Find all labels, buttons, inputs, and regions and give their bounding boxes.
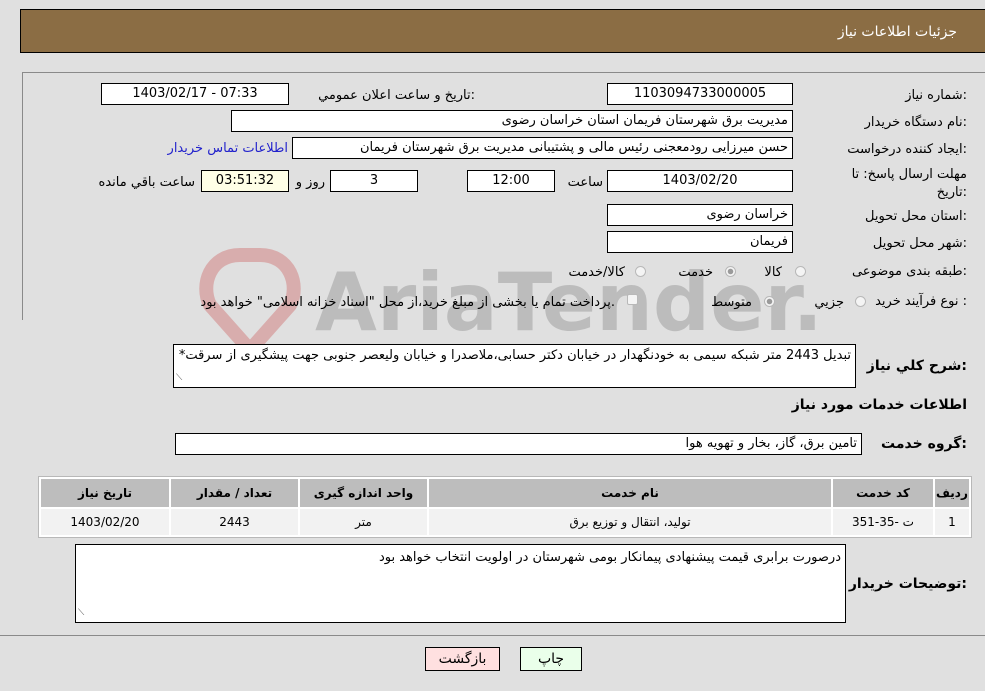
- category-radio-goods-service[interactable]: [635, 266, 646, 277]
- category-radio-service[interactable]: [725, 266, 736, 277]
- deadline-label: مهلت ارسال پاسخ: تا تاریخ:: [851, 167, 967, 200]
- purchase-process-label: نوع فرآیند خرید :: [875, 294, 967, 309]
- cell-row-number: 1: [935, 509, 969, 535]
- category-option-goods-service-label: کالا/خدمت: [568, 265, 625, 280]
- requester-field: حسن میرزایی رودمعجنی رئیس مالی و پشتیبان…: [292, 137, 793, 159]
- time-remaining-label: ساعت باقي مانده: [98, 175, 195, 190]
- requester-label: ایجاد کننده درخواست:: [847, 142, 967, 157]
- resize-handle-icon[interactable]: ⟋: [176, 369, 182, 387]
- delivery-city-label: شهر محل تحویل:: [872, 236, 967, 251]
- services-table-wrapper: ردیف کد خدمت نام خدمت واحد اندازه گیری ت…: [38, 476, 972, 538]
- table-row: 1 ت -35-351 تولید، انتقال و توزیع برق مت…: [41, 509, 969, 535]
- col-header-need-date: تاریخ نیاز: [41, 479, 169, 507]
- cell-service-code: ت -35-351: [833, 509, 933, 535]
- days-label: روز و: [295, 175, 325, 190]
- cell-need-date: 1403/02/20: [41, 509, 169, 535]
- process-option-medium-label: متوسط: [711, 295, 752, 310]
- process-radio-minor[interactable]: [855, 296, 866, 307]
- buyer-org-label: نام دستگاه خریدار:: [864, 115, 967, 130]
- page-title: جزئیات اطلاعات نیاز: [837, 24, 957, 40]
- back-button[interactable]: بازگشت: [425, 647, 500, 671]
- col-header-row-number: ردیف: [935, 479, 969, 507]
- time-remaining-field: 03:51:32: [201, 170, 289, 192]
- service-group-field: تامین برق، گاز، بخار و تهویه هوا: [175, 433, 862, 455]
- col-header-unit: واحد اندازه گیری: [300, 479, 427, 507]
- description-textarea[interactable]: تبدیل 2443 متر شبکه سیمی به خودنگهدار در…: [173, 344, 856, 388]
- buyer-notes-textarea[interactable]: درصورت برابری قیمت پیشنهادی پیمانکار بوم…: [75, 544, 846, 623]
- col-header-service-name: نام خدمت: [429, 479, 831, 507]
- announce-datetime-field: 1403/02/17 - 07:33: [101, 83, 289, 105]
- deadline-date-field: 1403/02/20: [607, 170, 793, 192]
- service-group-label: گروه خدمت:: [881, 436, 967, 452]
- cell-quantity: 2443: [171, 509, 298, 535]
- services-table: ردیف کد خدمت نام خدمت واحد اندازه گیری ت…: [38, 476, 972, 538]
- footer-divider: [0, 635, 985, 636]
- cell-service-name: تولید، انتقال و توزیع برق: [429, 509, 831, 535]
- need-number-field: 1103094733000005: [607, 83, 793, 105]
- deadline-time-field: 12:00: [467, 170, 555, 192]
- category-option-goods-label: کالا: [764, 265, 782, 280]
- days-remaining-field: 3: [330, 170, 418, 192]
- buyer-notes-text: درصورت برابری قیمت پیشنهادی پیمانکار بوم…: [378, 550, 841, 565]
- treasury-note: پرداخت تمام یا بخشی از مبلغ خرید،از محل …: [200, 295, 615, 310]
- buyer-contact-link[interactable]: اطلاعات تماس خریدار: [168, 141, 288, 156]
- print-button[interactable]: چاپ: [520, 647, 582, 671]
- treasury-checkbox[interactable]: [627, 294, 638, 305]
- process-radio-medium[interactable]: [764, 296, 775, 307]
- buyer-notes-label: توضیحات خریدار:: [848, 576, 967, 592]
- delivery-province-label: استان محل تحویل:: [865, 209, 967, 224]
- delivery-city-field: فریمان: [607, 231, 793, 253]
- delivery-province-field: خراسان رضوی: [607, 204, 793, 226]
- category-label: طبقه بندی موضوعی:: [851, 264, 967, 279]
- process-option-minor-label: جزیي: [814, 295, 844, 310]
- category-radio-goods[interactable]: [795, 266, 806, 277]
- col-header-quantity: تعداد / مقدار: [171, 479, 298, 507]
- description-text: تبدیل 2443 متر شبکه سیمی به خودنگهدار در…: [178, 348, 851, 363]
- page-header: جزئیات اطلاعات نیاز: [20, 9, 985, 53]
- description-label: شرح کلي نیاز:: [866, 358, 967, 374]
- deadline-time-label: ساعت: [567, 175, 603, 190]
- col-header-service-code: کد خدمت: [833, 479, 933, 507]
- resize-handle-icon[interactable]: ⟋: [78, 604, 84, 622]
- services-section-title: اطلاعات خدمات مورد نیاز: [791, 397, 967, 413]
- table-header-row: ردیف کد خدمت نام خدمت واحد اندازه گیری ت…: [41, 479, 969, 507]
- need-number-label: شماره نیاز:: [905, 88, 967, 103]
- cell-unit: متر: [300, 509, 427, 535]
- category-option-service-label: خدمت: [678, 265, 713, 280]
- buyer-org-field: مدیریت برق شهرستان فریمان استان خراسان ر…: [231, 110, 793, 132]
- announce-datetime-label: تاریخ و ساعت اعلان عمومي:: [318, 88, 475, 103]
